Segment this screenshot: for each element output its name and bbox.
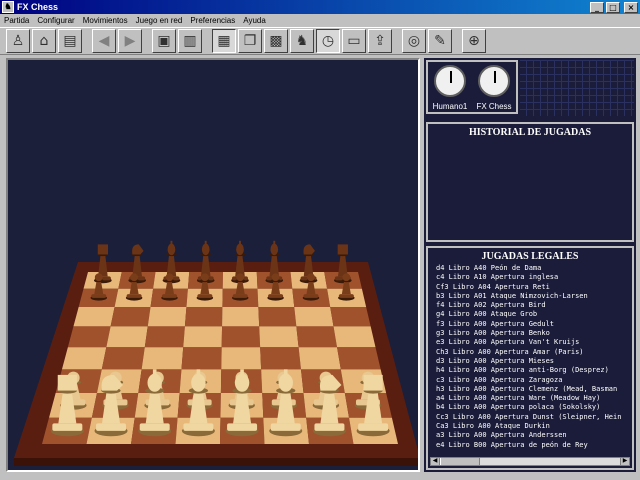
legal-move-item[interactable]: g4 Libro A00 Ataque Grob	[436, 310, 628, 319]
minimize-button[interactable]: _	[590, 1, 604, 13]
board-square[interactable]	[183, 326, 223, 348]
legal-move-item[interactable]: f4 Libro A02 Apertura Bird	[436, 301, 628, 310]
board-square[interactable]	[184, 306, 223, 327]
legal-move-item[interactable]: e3 Libro A00 Apertura Van't Kruijs	[436, 338, 628, 347]
window-title: FX Chess	[17, 2, 59, 12]
menu-juego-en-red[interactable]: Juego en red	[136, 16, 183, 25]
scroll-left-icon[interactable]: ◀	[431, 458, 440, 465]
board-icon[interactable]: ▦	[212, 29, 236, 53]
legal-move-item[interactable]: a3 Libro A00 Apertura Anderssen	[436, 431, 628, 440]
board-square[interactable]	[333, 326, 376, 348]
board-edge	[14, 458, 418, 466]
board-square[interactable]	[258, 306, 297, 327]
board-square[interactable]	[294, 306, 334, 327]
legal-moves-list[interactable]: d4 Libro A40 Peón de Dama c4 Libro A10 Ap…	[436, 264, 628, 456]
scroll-right-icon[interactable]: ▶	[620, 458, 629, 465]
clock-icon	[478, 65, 510, 97]
board-square[interactable]	[330, 306, 371, 327]
legal-move-item[interactable]: h3 Libro A00 Apertura Clemenz (Mead, Bas…	[436, 385, 628, 394]
decorative-pattern	[520, 60, 634, 116]
clock-label-black: FX Chess	[476, 102, 512, 111]
toolbar: ♙ ⌂ ▤ ◀ ▶ ▣ ▥ ▦ ❐ ▩ ♞ ◷ ▭ ⇪ ◎ ✎ ⊕	[0, 27, 640, 55]
board-square[interactable]	[110, 306, 151, 327]
legal-move-item[interactable]: Ca3 Libro A00 Ataque Durkin	[436, 422, 628, 431]
chess-app-icon[interactable]: ♞	[2, 1, 14, 13]
pawn-icon[interactable]: ♙	[6, 29, 30, 53]
knight-icon[interactable]: ♞	[290, 29, 314, 53]
keyboard-icon[interactable]: ▥	[178, 29, 202, 53]
board-square[interactable]	[259, 326, 299, 348]
legal-move-item[interactable]: Cf3 Libro A04 Apertura Reti	[436, 283, 628, 292]
board-square[interactable]	[67, 326, 111, 348]
legal-move-item[interactable]: Cc3 Libro A00 Apertura Dunst (Sleipner, …	[436, 413, 628, 422]
back-arrow-icon[interactable]: ◀	[92, 29, 116, 53]
menu-configurar[interactable]: Configurar	[37, 16, 74, 25]
board-square[interactable]	[61, 347, 107, 370]
chess-board-view[interactable]	[6, 58, 420, 472]
network-icon[interactable]: ◎	[402, 29, 426, 53]
board-square[interactable]	[147, 306, 187, 327]
board-square[interactable]	[260, 347, 301, 370]
legal-move-item[interactable]: f3 Libro A00 Apertura Gedult	[436, 320, 628, 329]
legal-move-item[interactable]: c3 Libro A00 Apertura Zaragoza	[436, 376, 628, 385]
board-square[interactable]	[141, 347, 184, 370]
legal-moves-title: JUGADAS LEGALES	[481, 251, 579, 262]
legal-move-item[interactable]: a4 Libro A00 Apertura Ware (Meadow Hay)	[436, 394, 628, 403]
board-square[interactable]	[221, 326, 261, 348]
chess-board-3d[interactable]	[8, 60, 418, 470]
image-icon[interactable]: ▭	[342, 29, 366, 53]
menu-bar: Partida Configurar Movimientos Juego en …	[0, 14, 640, 26]
save-icon[interactable]: ▤	[58, 29, 82, 53]
legal-move-item[interactable]: b3 Libro A01 Ataque Nimzovich-Larsen	[436, 292, 628, 301]
move-history-panel: HISTORIAL DE JUGADAS	[426, 122, 634, 242]
setup-board-icon[interactable]: ▩	[264, 29, 288, 53]
legal-move-item[interactable]: e4 Libro B00 Apertura de peón de Rey	[436, 441, 628, 450]
scroll-thumb[interactable]	[440, 458, 480, 465]
board-square[interactable]	[337, 347, 381, 370]
board-square[interactable]	[181, 347, 222, 370]
open-icon[interactable]: ⌂	[32, 29, 56, 53]
board-square[interactable]	[101, 347, 145, 370]
menu-partida[interactable]: Partida	[4, 16, 29, 25]
legal-move-item[interactable]: Ch3 Libro A00 Apertura Amar (Paris)	[436, 348, 628, 357]
legal-move-item[interactable]: d3 Libro A00 Apertura Mieses	[436, 357, 628, 366]
board-square[interactable]	[222, 306, 260, 327]
forward-arrow-icon[interactable]: ▶	[118, 29, 142, 53]
clock-icon[interactable]: ◷	[316, 29, 340, 53]
legal-move-item[interactable]: h4 Libro A00 Apertura anti-Borg (Desprez…	[436, 366, 628, 375]
board-square[interactable]	[296, 326, 338, 348]
move-history-title: HISTORIAL DE JUGADAS	[468, 127, 592, 138]
clock-label-white: Humano1	[432, 102, 468, 111]
board-square[interactable]	[73, 306, 115, 327]
help-globe-icon[interactable]: ⊕	[462, 29, 486, 53]
side-panel: Humano1 FX Chess HISTORIAL DE JUGADAS JU…	[424, 58, 636, 472]
legal-move-item[interactable]: c4 Libro A10 Apertura inglesa	[436, 273, 628, 282]
board-square[interactable]	[221, 347, 262, 370]
board-square[interactable]	[106, 326, 148, 348]
title-bar: ♞ FX Chess _ □ ×	[0, 0, 640, 14]
legal-move-item[interactable]: d4 Libro A40 Peón de Dama	[436, 264, 628, 273]
tools-icon[interactable]: ✎	[428, 29, 452, 53]
close-button[interactable]: ×	[624, 1, 638, 13]
menu-ayuda[interactable]: Ayuda	[243, 16, 266, 25]
board-square[interactable]	[144, 326, 185, 348]
legal-move-item[interactable]: g3 Libro A00 Apertura Benko	[436, 329, 628, 338]
cpu-icon[interactable]: ▣	[152, 29, 176, 53]
horizontal-scrollbar[interactable]: ◀ ▶	[430, 457, 630, 466]
maximize-button[interactable]: □	[606, 1, 620, 13]
export-icon[interactable]: ⇪	[368, 29, 392, 53]
board-square[interactable]	[298, 347, 341, 370]
legal-moves-panel: JUGADAS LEGALES d4 Libro A40 Peón de Dam…	[426, 246, 634, 470]
menu-preferencias[interactable]: Preferencias	[190, 16, 235, 25]
legal-move-item[interactable]: b4 Libro A00 Apertura polaca (Sokolsky)	[436, 403, 628, 412]
copy-icon[interactable]: ❐	[238, 29, 262, 53]
clocks-box: Humano1 FX Chess	[426, 60, 518, 114]
clock-icon	[434, 65, 466, 97]
menu-movimientos[interactable]: Movimientos	[83, 16, 128, 25]
